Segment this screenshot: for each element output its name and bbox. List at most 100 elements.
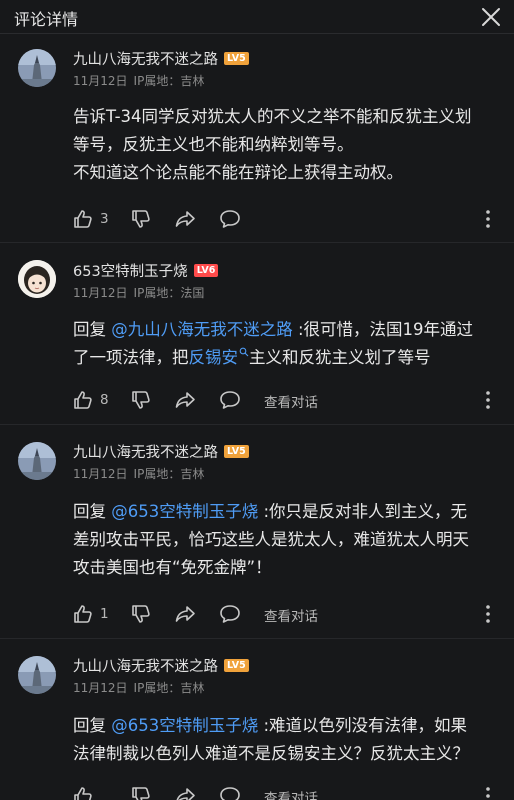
comment-date: 11月12日 [73, 467, 128, 481]
reply-button[interactable] [218, 601, 242, 627]
author-row: 653空特制玉子烧 LV6 [73, 260, 219, 281]
level-badge: LV6 [193, 263, 219, 277]
share-icon [176, 788, 195, 800]
like-button[interactable]: 3 [72, 206, 109, 232]
mention-link[interactable]: @九山八海无我不迷之路 [111, 320, 293, 339]
ip-location: IP属地：法国 [133, 286, 205, 300]
reply-button[interactable] [218, 783, 242, 800]
view-conversation-link[interactable]: 查看对话 [264, 787, 318, 800]
like-count: 3 [100, 211, 109, 227]
comment-meta: 11月12日 IP属地：吉林 [73, 679, 204, 696]
dislike-button[interactable] [130, 601, 152, 627]
dislike-button[interactable] [130, 387, 152, 413]
divider [0, 638, 514, 639]
more-button[interactable] [482, 604, 494, 624]
divider [0, 424, 514, 425]
avatar[interactable] [18, 260, 56, 298]
share-button[interactable] [174, 783, 196, 800]
search-icon [239, 347, 249, 357]
text-segment: 了一项法律，把 [73, 348, 189, 367]
comment-actions: 8 查看对话 [0, 387, 514, 413]
share-icon [175, 606, 195, 622]
comment-actions: 1 查看对话 [0, 601, 514, 627]
author-row: 九山八海无我不迷之路 LV5 [73, 655, 249, 675]
username[interactable]: 653空特制玉子烧 [73, 260, 188, 281]
ip-location: IP属地：吉林 [133, 467, 205, 481]
text-line: 差别攻击平民，恰巧这些人是犹太人，难道犹太人明天 [73, 530, 469, 549]
thumbs-down-icon [132, 787, 150, 800]
like-button[interactable]: 8 [72, 387, 109, 413]
ip-location: IP属地：吉林 [133, 681, 205, 695]
comment-text: 回复 @九山八海无我不迷之路 :很可惜，法国19年通过 了一项法律，把反锡安 主义… [73, 316, 503, 372]
reply-button[interactable] [218, 387, 242, 413]
thumbs-down-icon [132, 210, 150, 228]
level-badge: LV5 [224, 51, 249, 65]
more-button[interactable] [482, 786, 494, 800]
comment-text: 回复 @653空特制玉子烧 :难道以色列没有法律，如果 法律制裁以色列人难道不是… [73, 712, 503, 768]
author-row: 九山八海无我不迷之路 LV5 [73, 48, 249, 68]
share-button[interactable] [174, 601, 196, 627]
text-segment: 主义和反犹主义划了等号 [249, 348, 431, 367]
level-badge: LV5 [224, 658, 249, 672]
username[interactable]: 九山八海无我不迷之路 [73, 48, 218, 69]
thumbs-up-icon [74, 787, 92, 800]
author-row: 九山八海无我不迷之路 LV5 [73, 441, 249, 461]
ip-location: IP属地：吉林 [133, 74, 205, 88]
reply-button[interactable] [218, 206, 242, 232]
mention-link[interactable]: @653空特制玉子烧 [111, 716, 258, 735]
reply-label: 回复 [73, 320, 106, 339]
keyword-link[interactable]: 反锡安 [188, 347, 250, 367]
close-icon [482, 8, 500, 26]
more-vertical-icon [486, 391, 490, 409]
keyword-text: 反锡安 [188, 348, 239, 367]
reply-label: 回复 [73, 502, 106, 521]
thumbs-down-icon [132, 605, 150, 623]
text-segment: :你只是反对非人到主义，无 [263, 502, 468, 521]
comment-text: 告诉T-34同学反对犹太人的不义之举不能和反犹主义划 等号，反犹主义也不能和纳粹… [73, 103, 503, 187]
avatar[interactable] [18, 442, 56, 480]
avatar[interactable] [18, 49, 56, 87]
username[interactable]: 九山八海无我不迷之路 [73, 441, 218, 462]
level-badge: LV5 [224, 444, 249, 458]
avatar[interactable] [18, 656, 56, 694]
like-count: 1 [100, 606, 109, 622]
more-button[interactable] [482, 209, 494, 229]
text-segment: :很可惜，法国19年通过 [298, 320, 474, 339]
more-vertical-icon [486, 210, 490, 228]
thumbs-up-icon [74, 391, 92, 409]
comment-date: 11月12日 [73, 286, 128, 300]
more-vertical-icon [486, 787, 490, 798]
mention-link[interactable]: @653空特制玉子烧 [111, 502, 258, 521]
more-button[interactable] [482, 390, 494, 410]
like-button[interactable]: 1 [72, 601, 109, 627]
comment-meta: 11月12日 IP属地：法国 [73, 284, 204, 301]
view-conversation-link[interactable]: 查看对话 [264, 605, 318, 625]
text-line: 等号，反犹主义也不能和纳粹划等号。 [73, 135, 354, 154]
thumbs-down-icon [132, 391, 150, 409]
comment-icon [220, 787, 240, 800]
comment-meta: 11月12日 IP属地：吉林 [73, 465, 204, 482]
text-line: 攻击美国也有“免死金牌”！ [73, 558, 272, 577]
comment-icon [220, 210, 240, 228]
username[interactable]: 九山八海无我不迷之路 [73, 655, 218, 676]
thumbs-up-icon [74, 210, 92, 228]
text-line: 法律制裁以色列人难道不是反锡安主义？反犹太主义？ [73, 744, 469, 763]
text-line: 告诉T-34同学反对犹太人的不义之举不能和反犹主义划 [73, 107, 472, 126]
dislike-button[interactable] [130, 783, 152, 800]
view-conversation-link[interactable]: 查看对话 [264, 391, 318, 411]
dislike-button[interactable] [130, 206, 152, 232]
share-button[interactable] [174, 206, 196, 232]
share-icon [175, 211, 195, 227]
text-segment: :难道以色列没有法律，如果 [263, 716, 468, 735]
share-button[interactable] [174, 387, 196, 413]
share-icon [175, 392, 195, 408]
like-button[interactable] [72, 783, 94, 800]
page-title: 评论详情 [14, 10, 79, 29]
comment-text: 回复 @653空特制玉子烧 :你只是反对非人到主义，无 差别攻击平民，恰巧这些人… [73, 498, 503, 582]
like-count: 8 [100, 392, 109, 408]
comment-icon [220, 391, 240, 409]
reply-label: 回复 [73, 716, 106, 735]
comment-date: 11月12日 [73, 74, 128, 88]
close-button[interactable] [478, 4, 504, 30]
divider [0, 242, 514, 243]
